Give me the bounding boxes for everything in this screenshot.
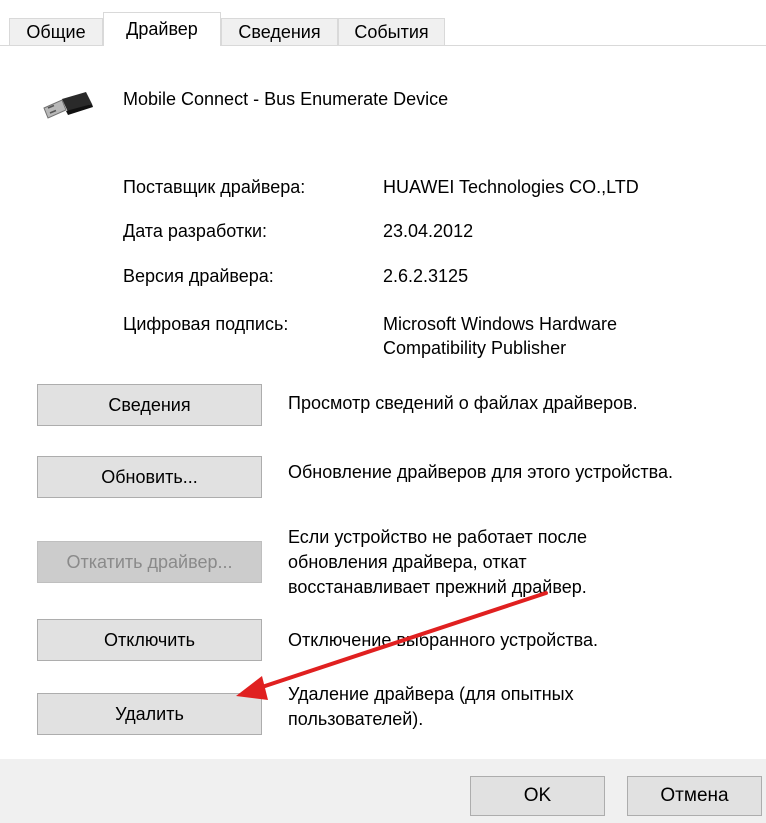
signature-value-line2: Compatibility Publisher bbox=[383, 338, 567, 358]
tab-strip: Общие Драйвер Сведения События bbox=[0, 0, 766, 46]
disable-description: Отключение выбранного устройства. bbox=[288, 630, 598, 650]
details-button[interactable]: Сведения bbox=[37, 384, 262, 426]
tab-general[interactable]: Общие bbox=[9, 18, 103, 46]
version-label: Версия драйвера: bbox=[123, 266, 274, 286]
cancel-button[interactable]: Отмена bbox=[627, 776, 762, 816]
disable-device-button[interactable]: Отключить bbox=[37, 619, 262, 661]
rollback-driver-button[interactable]: Откатить драйвер... bbox=[37, 541, 262, 583]
signature-label: Цифровая подпись: bbox=[123, 314, 289, 334]
details-description: Просмотр сведений о файлах драйверов. bbox=[288, 393, 638, 413]
signature-value-line1: Microsoft Windows Hardware bbox=[383, 314, 618, 334]
rollback-description-line2: обновления драйвера, откат bbox=[288, 552, 527, 572]
version-value: 2.6.2.3125 bbox=[383, 266, 469, 286]
date-value: 23.04.2012 bbox=[383, 221, 474, 241]
rollback-description-line1: Если устройство не работает после bbox=[288, 527, 587, 547]
uninstall-description-line1: Удаление драйвера (для опытных bbox=[288, 684, 574, 704]
tab-events[interactable]: События bbox=[338, 18, 445, 46]
rollback-description-line3: восстанавливает прежний драйвер. bbox=[288, 577, 587, 597]
ok-button[interactable]: OK bbox=[470, 776, 605, 816]
update-driver-button[interactable]: Обновить... bbox=[37, 456, 262, 498]
tab-details[interactable]: Сведения bbox=[221, 18, 338, 46]
provider-label: Поставщик драйвера: bbox=[123, 177, 306, 197]
device-name: Mobile Connect - Bus Enumerate Device bbox=[123, 89, 449, 109]
uninstall-driver-button[interactable]: Удалить bbox=[37, 693, 262, 735]
uninstall-description-line2: пользователей). bbox=[288, 709, 424, 729]
usb-device-icon bbox=[43, 92, 93, 119]
date-label: Дата разработки: bbox=[123, 221, 268, 241]
tab-driver[interactable]: Драйвер bbox=[103, 12, 221, 46]
provider-value: HUAWEI Technologies CO.,LTD bbox=[383, 177, 639, 197]
update-description: Обновление драйверов для этого устройств… bbox=[288, 462, 673, 482]
